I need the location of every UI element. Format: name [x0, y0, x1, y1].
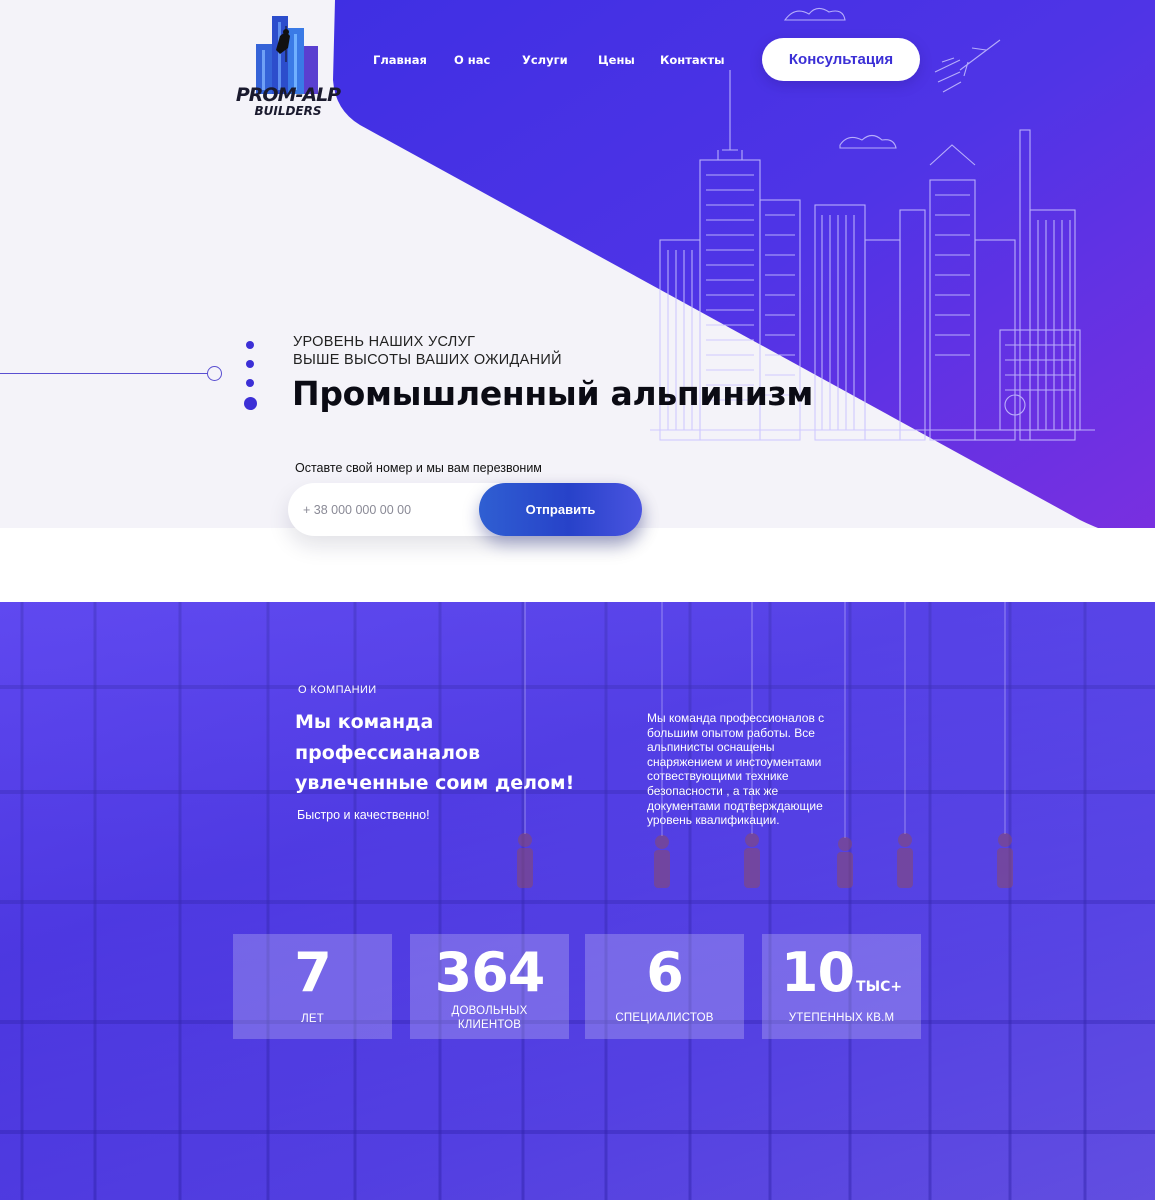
stat-card-years: 7 ЛЕТ	[233, 934, 392, 1039]
slider-dot-active[interactable]	[244, 397, 257, 410]
brand-logo-text: PROM-ALP BUILDERS	[234, 84, 342, 118]
nav-item-contacts[interactable]: Контакты	[660, 53, 725, 67]
stat-caption-line: КЛИЕНТОВ	[457, 1018, 522, 1031]
building-facade-background	[0, 602, 1155, 1200]
stat-value: 7	[233, 942, 392, 1004]
stat-caption-line: СПЕЦИАЛИСТОВ	[615, 1012, 714, 1024]
stat-number: 6	[646, 941, 684, 1004]
slider-dot-3[interactable]	[246, 379, 254, 387]
slider-dot-2[interactable]	[246, 360, 254, 368]
stat-number: 10	[780, 941, 855, 1004]
stat-caption: ЛЕТ	[233, 1013, 392, 1027]
stat-card-clients: 364 ДОВОЛЬНЫХ КЛИЕНТОВ	[410, 934, 569, 1039]
about-description-line: альпинисты оснащены	[647, 740, 775, 755]
about-description-line: безопасности , а так же	[647, 783, 779, 798]
submit-button[interactable]: Отправить	[479, 483, 642, 536]
about-title: Мы команда профессианалов увлеченные сои…	[295, 707, 615, 799]
logo-line2: BUILDERS	[254, 104, 322, 118]
logo-line1: PROM-ALP	[235, 84, 341, 106]
hero-subtitle-line2: ВЫШЕ ВЫСОТЫ ВАШИХ ОЖИДАНИЙ	[293, 352, 562, 368]
hero-bottom-strip	[0, 528, 1155, 602]
about-description-line: документами подтверждающие	[647, 798, 823, 813]
stat-value: 10 ТЫС+	[762, 942, 921, 1018]
stat-caption: ДОВОЛЬНЫХ КЛИЕНТОВ	[410, 1005, 569, 1032]
phone-input[interactable]	[288, 483, 488, 536]
about-description-line: сотвествующими технике	[647, 769, 789, 784]
stat-number: 7	[294, 941, 332, 1004]
hero-decor-ring	[207, 366, 222, 381]
about-subtitle: Быстро и качественно!	[297, 808, 430, 822]
about-description-line: большим опытом работы. Все	[647, 725, 815, 740]
about-section: О КОМПАНИИ Мы команда профессианалов увл…	[0, 602, 1155, 1200]
about-description: Мы команда профессионалов с большим опыт…	[647, 711, 877, 828]
stat-caption: УТЕПЕННЫХ КВ.М	[762, 1012, 921, 1026]
stat-caption-line: ЛЕТ	[301, 1013, 324, 1025]
stat-value: 6	[585, 942, 744, 1004]
stat-card-area: 10 ТЫС+ УТЕПЕННЫХ КВ.М	[762, 934, 921, 1039]
nav-item-prices[interactable]: Цены	[598, 53, 635, 67]
nav-item-home[interactable]: Главная	[373, 53, 427, 67]
stat-value: 364	[410, 942, 569, 1004]
stat-number: 364	[434, 941, 546, 1004]
hero-subtitle-line1: УРОВЕНЬ НАШИХ УСЛУГ	[293, 334, 476, 350]
slider-dot-1[interactable]	[246, 341, 254, 349]
hero-title: Промышленный альпинизм	[292, 374, 814, 413]
nav-item-about[interactable]: О нас	[454, 53, 490, 67]
about-title-line: Мы команда	[295, 711, 434, 733]
stat-caption: СПЕЦИАЛИСТОВ	[585, 1012, 744, 1026]
about-description-line: Мы команда профессионалов с	[647, 711, 825, 725]
stat-caption-line: УТЕПЕННЫХ КВ.М	[788, 1012, 895, 1024]
stat-suffix: ТЫС+	[856, 979, 903, 995]
about-description-line: снаряжением и инстоументами	[647, 754, 822, 769]
about-section-label: О КОМПАНИИ	[298, 684, 377, 696]
about-title-line: увлеченные соим делом!	[295, 772, 575, 794]
callback-label: Оставте свой номер и мы вам перезвоним	[295, 461, 542, 475]
about-title-line: профессианалов	[295, 741, 481, 764]
stat-card-specialists: 6 СПЕЦИАЛИСТОВ	[585, 934, 744, 1039]
about-description-line: уровень квалификации.	[647, 813, 780, 828]
callback-form: Отправить	[288, 483, 642, 536]
stat-caption-line: ДОВОЛЬНЫХ	[451, 1005, 528, 1017]
consultation-button[interactable]: Консультация	[762, 38, 920, 81]
nav-item-services[interactable]: Услуги	[522, 53, 568, 67]
hero-decor-line	[0, 373, 208, 374]
hero-section: PROM-ALP BUILDERS Главная О нас Услуги Ц…	[0, 0, 1155, 602]
